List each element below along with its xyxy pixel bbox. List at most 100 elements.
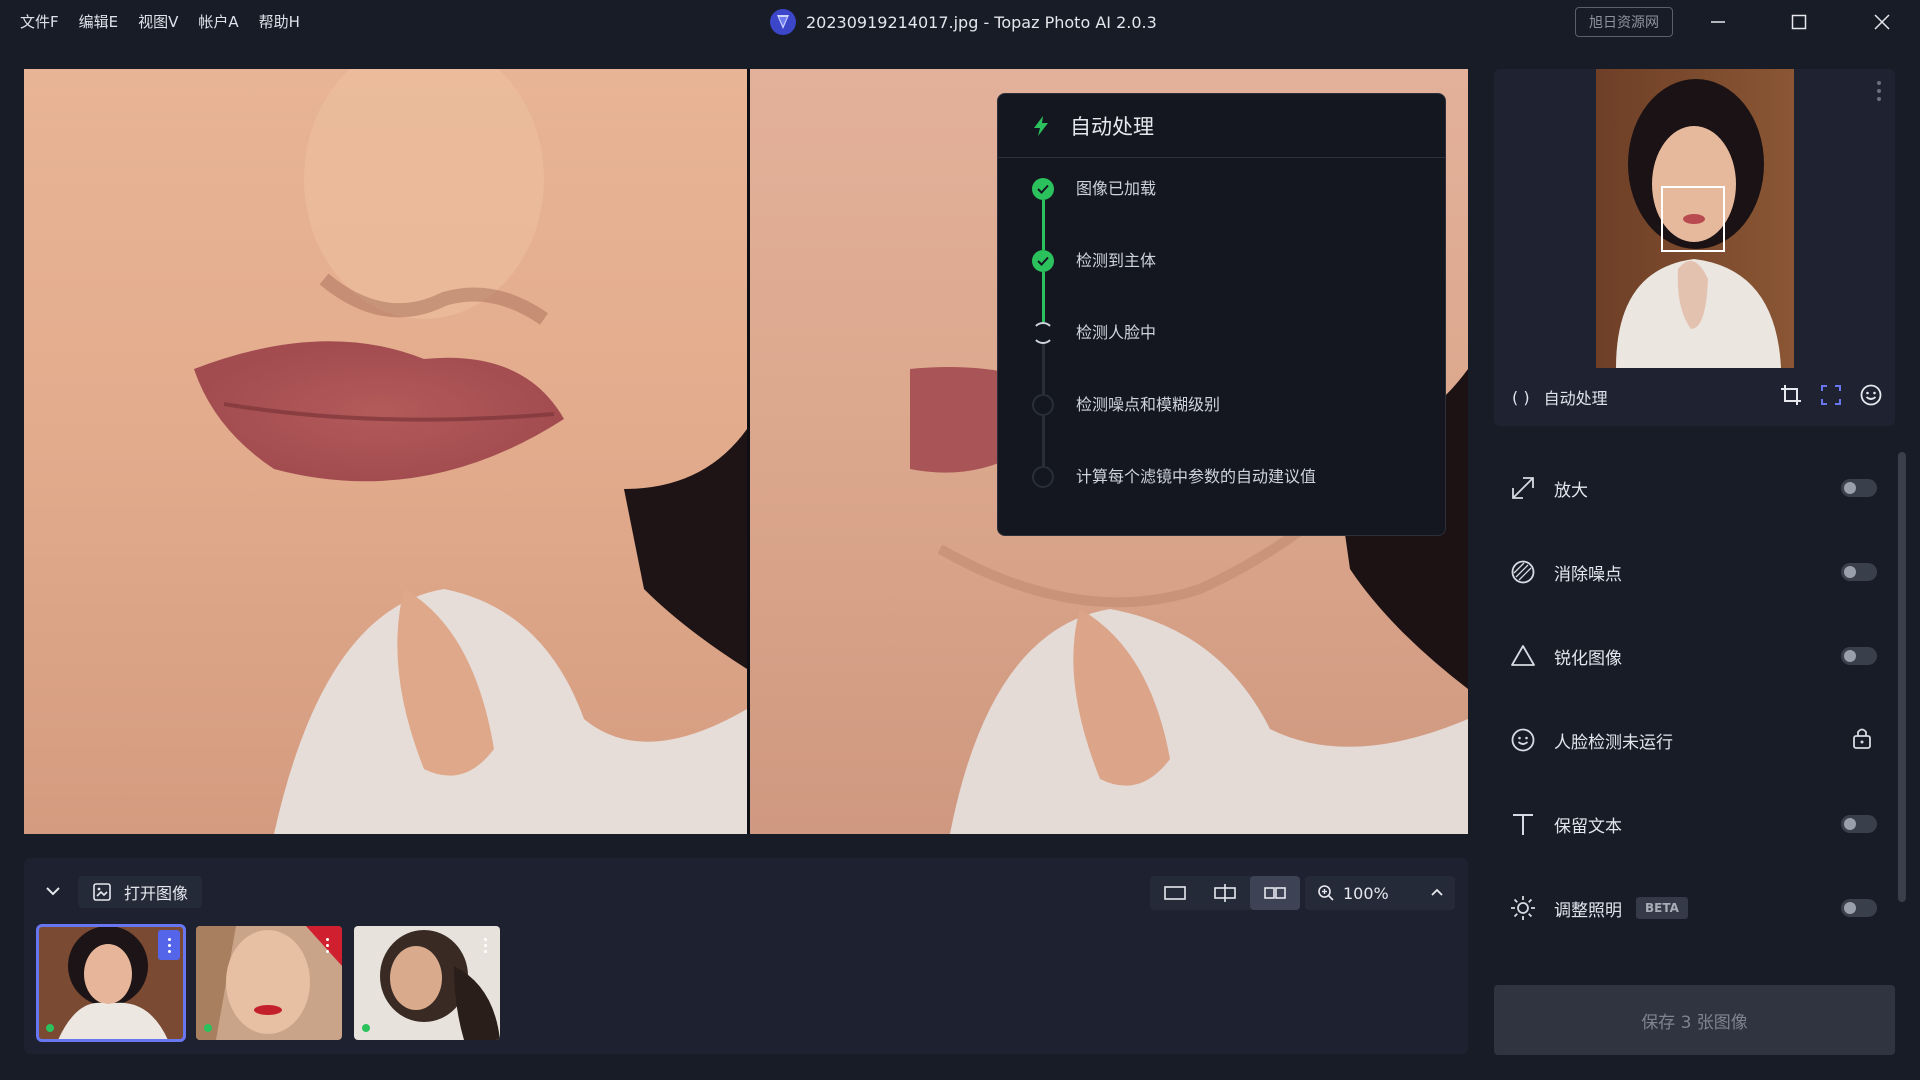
zoom-control[interactable]: 100% (1305, 876, 1455, 910)
filter-label: 保留文本 (1554, 816, 1622, 837)
navigator-thumbnail[interactable] (1596, 69, 1794, 368)
pending-dot-icon (1032, 394, 1054, 416)
minimize-button[interactable] (1686, 0, 1750, 44)
upscale-toggle[interactable] (1841, 479, 1877, 497)
step-label: 图像已加载 (1076, 179, 1157, 198)
auto-process-title: 自动处理 (1070, 114, 1154, 139)
navigator-more-button[interactable] (1877, 81, 1881, 101)
menu-file[interactable]: 文件F (10, 0, 69, 44)
menu-view[interactable]: 视图V (128, 0, 188, 44)
image-icon (93, 883, 111, 901)
thumbnail-menu-button[interactable] (158, 930, 180, 960)
expand-arrow-icon (1508, 473, 1538, 503)
preserve-text-toggle[interactable] (1841, 815, 1877, 833)
step-image-loaded: 图像已加载 (1032, 178, 1445, 250)
single-view-button[interactable] (1150, 876, 1200, 910)
status-dot (362, 1024, 370, 1032)
step-label: 计算每个滤镜中参数的自动建议值 (1076, 467, 1317, 486)
filter-upscale[interactable]: 放大 (1494, 446, 1895, 530)
sharpen-toggle[interactable] (1841, 647, 1877, 665)
auto-process-panel: 自动处理 图像已加载 检测到主体 检测人脸中 检测噪点和模糊级别 计算每个滤镜中… (997, 93, 1446, 536)
save-images-button[interactable]: 保存 3 张图像 (1494, 985, 1895, 1055)
filter-label: 放大 (1554, 480, 1588, 501)
text-t-icon (1508, 809, 1538, 839)
menu-edit[interactable]: 编辑E (69, 0, 128, 44)
window-title-text: 20230919214017.jpg - Topaz Photo AI 2.0.… (806, 12, 1157, 32)
open-image-button[interactable]: 打开图像 (78, 876, 203, 908)
original-preview[interactable] (24, 69, 747, 834)
chevron-up-icon[interactable] (1429, 884, 1445, 900)
auto-mode-icon: ( ) (1512, 387, 1530, 407)
navigator-panel: ( ) 自动处理 (1494, 69, 1895, 426)
crop-icon[interactable] (1779, 383, 1803, 407)
navigator-tools (1779, 383, 1883, 407)
fullscreen-icon[interactable] (1819, 383, 1843, 407)
filter-denoise[interactable]: 消除噪点 (1494, 530, 1895, 614)
lightning-icon (1034, 115, 1048, 136)
step-subject-detected: 检测到主体 (1032, 250, 1445, 322)
pending-dot-icon (1032, 466, 1054, 488)
zoom-level: 100% (1343, 883, 1389, 903)
watermark-badge: 旭日资源网 (1575, 7, 1673, 37)
navigator-viewport-rect[interactable] (1661, 186, 1725, 252)
filter-adjust-lighting[interactable]: 调整照明 BETA (1494, 866, 1895, 950)
split-view-icon (1214, 884, 1236, 902)
face-icon[interactable] (1859, 383, 1883, 407)
navigator-footer: ( ) 自动处理 (1494, 368, 1895, 426)
step-label: 检测噪点和模糊级别 (1076, 395, 1221, 414)
filter-label: 人脸检测未运行 (1554, 732, 1673, 753)
close-icon (1874, 14, 1890, 30)
spinner-icon (1032, 322, 1054, 344)
adjust-lighting-toggle[interactable] (1841, 899, 1877, 917)
thumbnail-image-3[interactable] (354, 926, 500, 1040)
menu-help[interactable]: 帮助H (249, 0, 310, 44)
status-dot (204, 1024, 212, 1032)
title-bar: 文件F 编辑E 视图V 帐户A 帮助H 20230919214017.jpg -… (0, 0, 1920, 44)
step-compute-suggestions: 计算每个滤镜中参数的自动建议值 (1032, 466, 1445, 538)
split-view-button[interactable] (1200, 876, 1250, 910)
open-image-label: 打开图像 (124, 884, 189, 903)
window-title: 20230919214017.jpg - Topaz Photo AI 2.0.… (770, 0, 1157, 44)
zoom-in-icon (1318, 885, 1334, 901)
chevron-down-icon (46, 887, 60, 896)
check-icon (1032, 250, 1054, 272)
beta-badge: BETA (1636, 897, 1688, 919)
maximize-button[interactable] (1767, 0, 1831, 44)
filter-sharpen[interactable]: 锐化图像 (1494, 614, 1895, 698)
check-icon (1032, 178, 1054, 200)
filter-label: 锐化图像 (1554, 648, 1622, 669)
denoise-toggle[interactable] (1841, 563, 1877, 581)
thumbnail-menu-button[interactable] (474, 930, 496, 960)
auto-process-steps: 图像已加载 检测到主体 检测人脸中 检测噪点和模糊级别 计算每个滤镜中参数的自动… (998, 158, 1445, 538)
filter-face-recovery[interactable]: 人脸检测未运行 (1494, 698, 1895, 782)
thumbnail-image-1[interactable] (36, 924, 186, 1042)
status-dot (46, 1024, 54, 1032)
view-mode-group (1150, 876, 1300, 910)
original-photo (24, 69, 747, 834)
filter-label: 消除噪点 (1554, 564, 1622, 585)
denoise-icon (1508, 557, 1538, 587)
menu-bar: 文件F 编辑E 视图V 帐户A 帮助H (0, 0, 310, 44)
side-by-side-icon (1264, 887, 1286, 899)
step-label: 检测到主体 (1076, 251, 1157, 270)
topaz-logo-icon (770, 9, 796, 35)
step-detect-noise-blur: 检测噪点和模糊级别 (1032, 394, 1445, 466)
triangle-icon (1508, 641, 1538, 671)
filmstrip-bar: 打开图像 100% (24, 858, 1468, 1054)
thumbnail-menu-button[interactable] (316, 930, 338, 960)
filter-preserve-text[interactable]: 保留文本 (1494, 782, 1895, 866)
auto-mode-label: 自动处理 (1543, 389, 1608, 408)
lock-icon (1853, 728, 1871, 749)
filter-label: 调整照明 (1554, 900, 1622, 921)
thumbnail-image-2[interactable] (196, 926, 342, 1040)
filter-list: 放大 消除噪点 锐化图像 人脸检测未运行 保留文本 调整照明 BETA (1494, 446, 1895, 950)
collapse-filmstrip-button[interactable] (38, 876, 68, 906)
single-view-icon (1164, 886, 1186, 900)
sun-icon (1508, 893, 1538, 923)
menu-account[interactable]: 帐户A (188, 0, 248, 44)
step-label: 检测人脸中 (1076, 323, 1157, 342)
step-detecting-faces: 检测人脸中 (1032, 322, 1445, 394)
side-by-side-view-button[interactable] (1250, 876, 1300, 910)
filter-list-scrollbar[interactable] (1898, 452, 1906, 902)
close-button[interactable] (1850, 0, 1914, 44)
